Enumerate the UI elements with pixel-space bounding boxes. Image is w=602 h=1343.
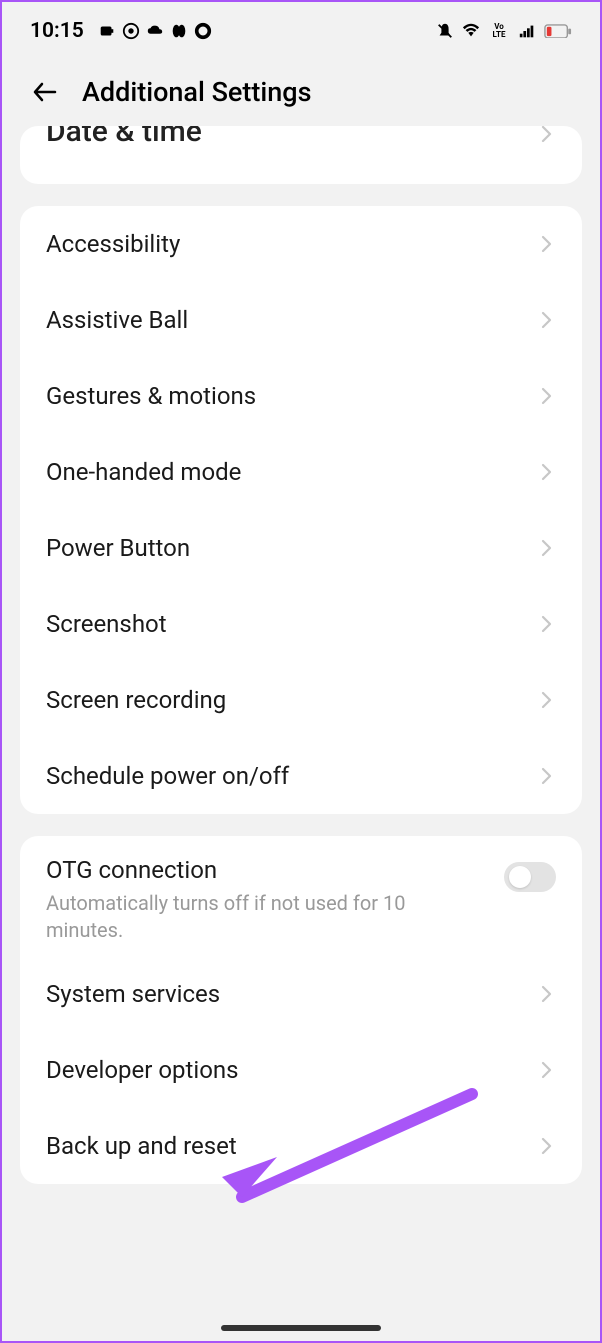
row-label: Assistive Ball: [46, 306, 188, 334]
back-icon[interactable]: [30, 77, 60, 107]
row-label: Screenshot: [46, 610, 167, 638]
chevron-right-icon: [538, 539, 556, 557]
header: Additional Settings: [2, 58, 600, 136]
settings-group-accessibility: Accessibility Assistive Ball Gestures & …: [20, 206, 582, 814]
ring-icon: [194, 22, 212, 40]
charge-icon: [98, 22, 116, 40]
row-label: One-handed mode: [46, 458, 241, 486]
row-screenshot[interactable]: Screenshot: [20, 586, 582, 662]
wifi-icon: [462, 22, 480, 40]
row-sublabel: Automatically turns off if not used for …: [46, 890, 484, 944]
otg-toggle[interactable]: [504, 862, 556, 892]
chevron-right-icon: [538, 1137, 556, 1155]
row-otg-connection[interactable]: OTG connection Automatically turns off i…: [20, 836, 582, 956]
settings-group-system: OTG connection Automatically turns off i…: [20, 836, 582, 1184]
row-assistive-ball[interactable]: Assistive Ball: [20, 282, 582, 358]
settings-group-partial: Date & time: [20, 126, 582, 184]
row-system-services[interactable]: System services: [20, 956, 582, 1032]
row-label: OTG connection: [46, 856, 484, 884]
chevron-right-icon: [538, 387, 556, 405]
volte-icon: VoLTE: [488, 22, 510, 40]
chevron-right-icon: [538, 767, 556, 785]
pill-icon: [170, 22, 188, 40]
cloud-icon: [146, 22, 164, 40]
circle-dot-icon: [122, 22, 140, 40]
status-time: 10:15: [30, 19, 84, 43]
chevron-right-icon: [538, 1061, 556, 1079]
row-label: Schedule power on/off: [46, 762, 289, 790]
chevron-right-icon: [538, 691, 556, 709]
row-screen-recording[interactable]: Screen recording: [20, 662, 582, 738]
row-power-button[interactable]: Power Button: [20, 510, 582, 586]
row-one-handed[interactable]: One-handed mode: [20, 434, 582, 510]
row-label: Gestures & motions: [46, 382, 256, 410]
chevron-right-icon: [538, 311, 556, 329]
row-label: System services: [46, 980, 220, 1008]
signal-icon: [518, 22, 536, 40]
row-date-time[interactable]: Date & time: [20, 126, 582, 184]
row-label: Date & time: [46, 126, 202, 149]
row-schedule-power[interactable]: Schedule power on/off: [20, 738, 582, 814]
row-label: Accessibility: [46, 230, 180, 258]
row-accessibility[interactable]: Accessibility: [20, 206, 582, 282]
nav-bar-handle[interactable]: [221, 1325, 381, 1331]
row-label: Screen recording: [46, 686, 226, 714]
row-developer-options[interactable]: Developer options: [20, 1032, 582, 1108]
row-label: Back up and reset: [46, 1132, 237, 1160]
battery-low-icon: [544, 22, 572, 40]
mute-icon: [436, 22, 454, 40]
row-gestures-motions[interactable]: Gestures & motions: [20, 358, 582, 434]
status-bar: 10:15 VoLTE: [2, 2, 600, 58]
chevron-right-icon: [538, 126, 556, 143]
row-label: Power Button: [46, 534, 190, 562]
row-backup-reset[interactable]: Back up and reset: [20, 1108, 582, 1184]
row-label: Developer options: [46, 1056, 239, 1084]
chevron-right-icon: [538, 235, 556, 253]
chevron-right-icon: [538, 985, 556, 1003]
page-title: Additional Settings: [82, 76, 312, 108]
chevron-right-icon: [538, 463, 556, 481]
chevron-right-icon: [538, 615, 556, 633]
